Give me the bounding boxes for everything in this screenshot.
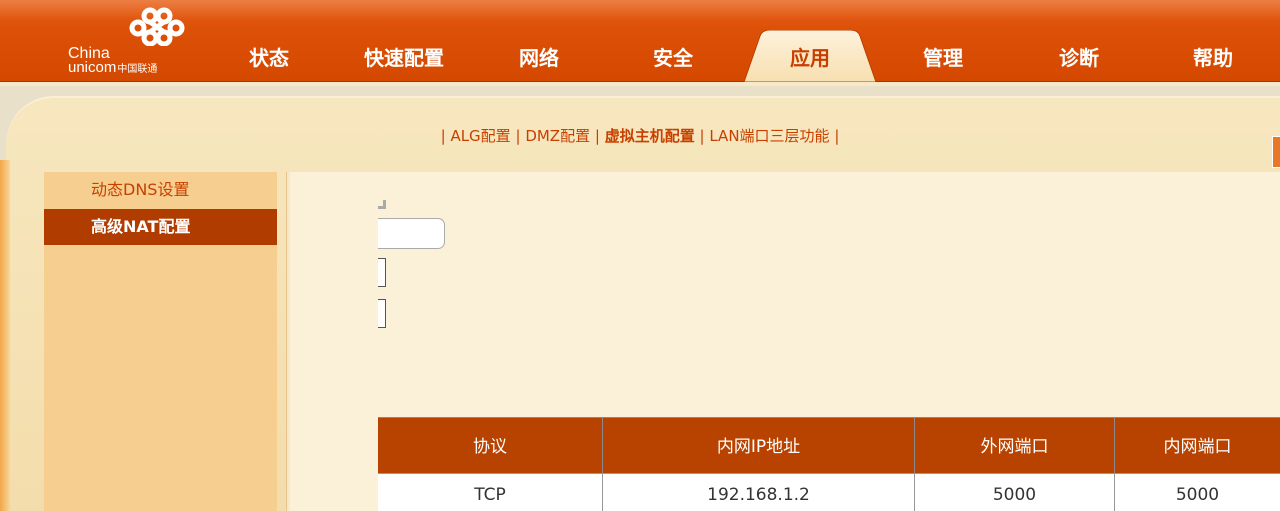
subnav-separator: | <box>834 127 840 145</box>
col-internal-port: 内网端口 <box>1163 437 1232 457</box>
nav-application[interactable]: 应用 <box>744 30 876 82</box>
nav-help[interactable]: 帮助 <box>1180 45 1246 71</box>
nav-network[interactable]: 网络 <box>506 45 572 71</box>
panel-edge-tab <box>1272 136 1280 168</box>
virtual-host-table: 协议 内网IP地址 外网端口 内网端口 TCP 192.168.1.2 5000… <box>378 417 1280 511</box>
text-input[interactable] <box>378 218 445 249</box>
china-unicom-logo[interactable]: China unicom中国联通 <box>68 6 200 78</box>
col-lan-ip: 内网IP地址 <box>603 418 915 474</box>
sub-navigation: | ALG配置 | DMZ配置 | 虚拟主机配置 | LAN端口三层功能 | <box>0 125 1280 146</box>
menu-item-advanced-nat[interactable]: 高级NAT配置 <box>44 209 277 245</box>
port-input-external[interactable] <box>378 258 386 287</box>
subnav-separator: | <box>594 127 600 145</box>
logo-unicom-cn: 中国联通 <box>117 64 158 75</box>
nav-status[interactable]: 状态 <box>236 45 302 71</box>
header-divider <box>0 82 1280 86</box>
subnav-dmz-config[interactable]: DMZ配置 <box>525 127 590 145</box>
cell-external-port: 5000 <box>915 474 1115 511</box>
top-header: China unicom中国联通 状态 快速配置 网络 安全 应用 管理 诊断 … <box>0 0 1280 82</box>
unicom-knot-icon <box>129 7 185 46</box>
left-menu: 动态DNS设置 高级NAT配置 <box>44 172 277 511</box>
logo-unicom-word: unicom <box>68 59 117 76</box>
subnav-separator: | <box>515 127 521 145</box>
table-row[interactable]: TCP 192.168.1.2 5000 5000 <box>378 473 1280 511</box>
col-protocol: 协议 <box>378 418 603 474</box>
subnav-separator: | <box>440 127 446 145</box>
subnav-separator: | <box>699 127 705 145</box>
nav-security[interactable]: 安全 <box>640 45 706 71</box>
menu-item-ddns[interactable]: 动态DNS设置 <box>44 172 277 208</box>
nav-application-label: 应用 <box>790 46 830 70</box>
subnav-alg-config[interactable]: ALG配置 <box>450 127 510 145</box>
logo-unicom-text: unicom中国联通 <box>68 60 157 78</box>
col-external-port: 外网端口 <box>915 418 1115 474</box>
cell-internal-port: 5000 <box>1175 485 1220 505</box>
subnav-lan-port-l3[interactable]: LAN端口三层功能 <box>709 127 829 145</box>
nav-diagnosis[interactable]: 诊断 <box>1046 45 1112 71</box>
nav-quick-config[interactable]: 快速配置 <box>352 45 456 71</box>
nav-management[interactable]: 管理 <box>910 45 976 71</box>
panel-left-edge <box>0 160 10 511</box>
cell-lan-ip: 192.168.1.2 <box>603 474 915 511</box>
port-input-internal[interactable] <box>378 299 386 328</box>
table-header: 协议 内网IP地址 外网端口 内网端口 <box>378 417 1280 474</box>
radio-button[interactable] <box>378 200 386 209</box>
subnav-virtual-host-config[interactable]: 虚拟主机配置 <box>605 127 695 145</box>
cell-protocol: TCP <box>378 474 603 511</box>
